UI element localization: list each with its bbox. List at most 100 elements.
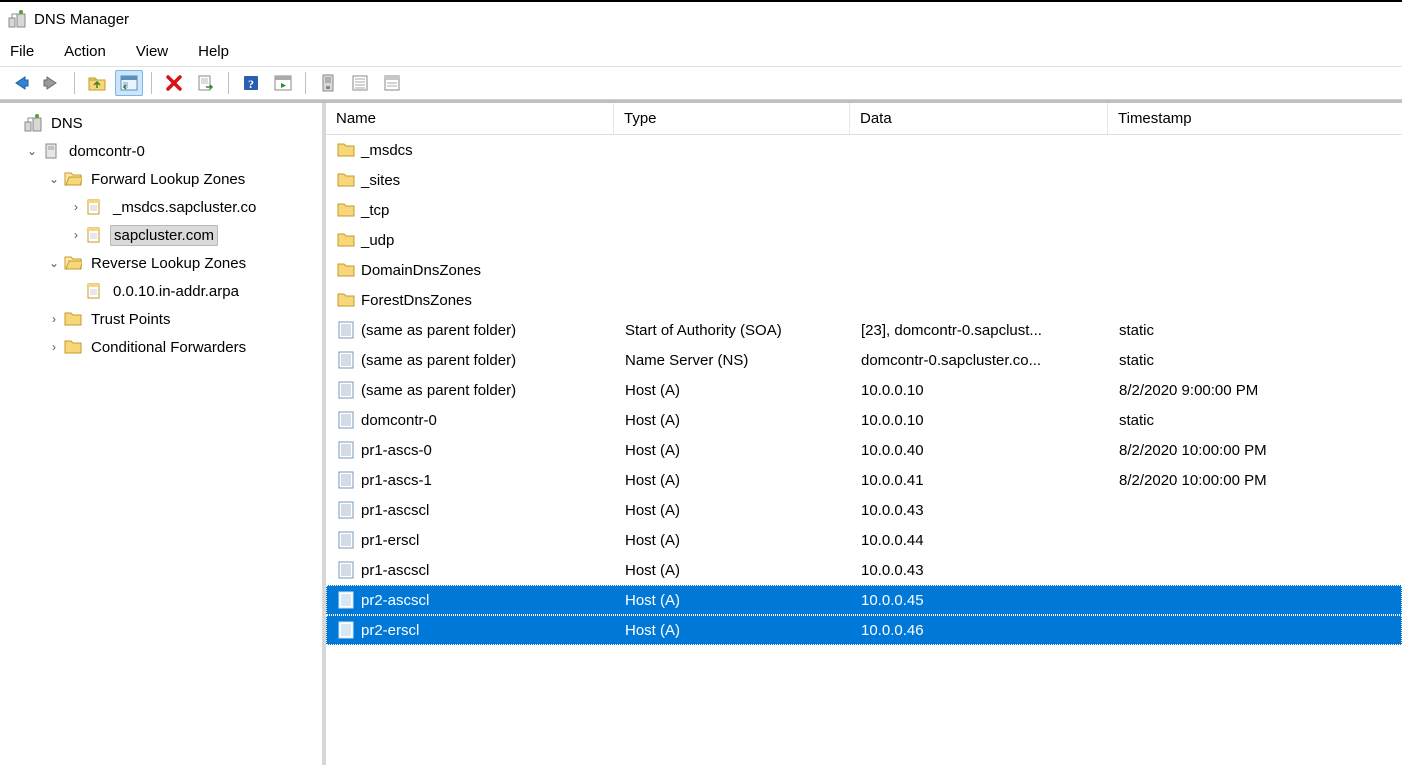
cell-timestamp: static	[1109, 412, 1341, 429]
tree-zone-msdcs[interactable]: › _msdcs.sapcluster.co	[6, 193, 322, 221]
expand-icon[interactable]: ⌄	[24, 144, 40, 158]
toolbar-separator	[228, 72, 229, 94]
cell-type: Start of Authority (SOA)	[615, 322, 851, 339]
list-body[interactable]: _msdcs _sites _tcp _udpDomainDnsZones Forest…	[326, 135, 1402, 765]
list-view-button[interactable]	[346, 70, 374, 96]
record-row[interactable]: domcontr-0Host (A)10.0.0.10static	[326, 405, 1402, 435]
toolbar	[0, 66, 1402, 100]
record-row[interactable]: pr2-ersclHost (A)10.0.0.46	[326, 615, 1402, 645]
record-row[interactable]: pr1-ascsclHost (A)10.0.0.43	[326, 495, 1402, 525]
tree-label: Forward Lookup Zones	[88, 170, 248, 189]
server-button[interactable]	[314, 70, 342, 96]
folder-open-icon	[64, 170, 82, 188]
cell-data: 10.0.0.44	[851, 532, 1109, 549]
cell-data: 10.0.0.43	[851, 502, 1109, 519]
column-header-type[interactable]: Type	[614, 103, 850, 134]
tree-zone-reverse[interactable]: 0.0.10.in-addr.arpa	[6, 277, 322, 305]
content-area: DNS ⌄ domcontr-0 ⌄ Forward Lookup Zones …	[0, 100, 1402, 765]
cell-data: 10.0.0.10	[851, 412, 1109, 429]
server-icon	[42, 142, 60, 160]
cell-type: Host (A)	[615, 532, 851, 549]
expand-icon[interactable]: ›	[68, 200, 84, 214]
cell-data: 10.0.0.41	[851, 472, 1109, 489]
record-row[interactable]: pr1-ersclHost (A)10.0.0.44	[326, 525, 1402, 555]
tree-conditional-forwarders[interactable]: › Conditional Forwarders	[6, 333, 322, 361]
nav-forward-button[interactable]	[38, 70, 66, 96]
tree-label: Trust Points	[88, 310, 173, 329]
record-row[interactable]: pr2-ascsclHost (A)10.0.0.45	[326, 585, 1402, 615]
expand-icon[interactable]: ⌄	[46, 172, 62, 186]
tree-trust-points[interactable]: › Trust Points	[6, 305, 322, 333]
tree-label: Conditional Forwarders	[88, 338, 249, 357]
menu-view[interactable]: View	[136, 43, 168, 60]
record-row[interactable]: _tcp	[326, 195, 1402, 225]
record-name: (same as parent folder)	[361, 322, 516, 339]
cell-name: pr1-ascs-1	[327, 471, 615, 489]
record-row[interactable]: (same as parent folder)Name Server (NS)d…	[326, 345, 1402, 375]
export-list-button[interactable]	[192, 70, 220, 96]
cell-timestamp: 8/2/2020 9:00:00 PM	[1109, 382, 1341, 399]
cell-name: _tcp	[327, 201, 615, 219]
tree-label: sapcluster.com	[110, 225, 218, 246]
tree-root-dns[interactable]: DNS	[6, 109, 322, 137]
delete-button[interactable]	[160, 70, 188, 96]
tree-server[interactable]: ⌄ domcontr-0	[6, 137, 322, 165]
record-row[interactable]: pr1-ascs-0Host (A)10.0.0.408/2/2020 10:0…	[326, 435, 1402, 465]
action-pane-button[interactable]	[269, 70, 297, 96]
cell-data: 10.0.0.40	[851, 442, 1109, 459]
record-icon	[337, 471, 355, 489]
record-icon	[337, 321, 355, 339]
record-row[interactable]: (same as parent folder) Start of Authorit…	[326, 315, 1402, 345]
show-hide-scope-button[interactable]	[115, 70, 143, 96]
record-row[interactable]: ForestDnsZones	[326, 285, 1402, 315]
cell-name: ForestDnsZones	[327, 291, 615, 309]
folder-icon	[337, 261, 355, 279]
nav-back-button[interactable]	[6, 70, 34, 96]
cell-type: Name Server (NS)	[615, 352, 851, 369]
tree-label: Reverse Lookup Zones	[88, 254, 249, 273]
cell-timestamp: 8/2/2020 10:00:00 PM	[1109, 472, 1341, 489]
record-icon	[337, 351, 355, 369]
cell-type: Host (A)	[615, 562, 851, 579]
record-name: domcontr-0	[361, 412, 437, 429]
column-header-name[interactable]: Name	[326, 103, 614, 134]
zone-icon	[86, 198, 104, 216]
expand-icon[interactable]: ›	[46, 340, 62, 354]
tree-reverse-lookup-zones[interactable]: ⌄ Reverse Lookup Zones	[6, 249, 322, 277]
tree-forward-lookup-zones[interactable]: ⌄ Forward Lookup Zones	[6, 165, 322, 193]
cell-name: _sites	[327, 171, 615, 189]
window-title: DNS Manager	[34, 11, 129, 28]
column-header-timestamp[interactable]: Timestamp	[1108, 103, 1340, 134]
help-button[interactable]	[237, 70, 265, 96]
tree-label: DNS	[48, 114, 86, 133]
record-row[interactable]: pr1-ascsclHost (A)10.0.0.43	[326, 555, 1402, 585]
cell-type: Host (A)	[615, 622, 851, 639]
record-row[interactable]: _sites	[326, 165, 1402, 195]
tree-label: _msdcs.sapcluster.co	[110, 198, 259, 217]
column-header-data[interactable]: Data	[850, 103, 1108, 134]
record-row[interactable]: DomainDnsZones	[326, 255, 1402, 285]
menu-action[interactable]: Action	[64, 43, 106, 60]
tree-panel[interactable]: DNS ⌄ domcontr-0 ⌄ Forward Lookup Zones …	[0, 103, 326, 765]
cell-name: pr1-ascs-0	[327, 441, 615, 459]
expand-icon[interactable]: ›	[46, 312, 62, 326]
menu-file[interactable]: File	[10, 43, 34, 60]
tree-zone-sapcluster[interactable]: › sapcluster.com	[6, 221, 322, 249]
menu-help[interactable]: Help	[198, 43, 229, 60]
expand-icon[interactable]: ›	[68, 228, 84, 242]
toolbar-separator	[305, 72, 306, 94]
list-header: Name Type Data Timestamp	[326, 103, 1402, 135]
folder-icon	[64, 310, 82, 328]
cell-timestamp: 8/2/2020 10:00:00 PM	[1109, 442, 1341, 459]
record-icon	[337, 441, 355, 459]
record-row[interactable]: _msdcs	[326, 135, 1402, 165]
dns-app-icon	[8, 10, 26, 28]
up-level-button[interactable]	[83, 70, 111, 96]
record-row[interactable]: _udp	[326, 225, 1402, 255]
zone-icon	[86, 226, 104, 244]
record-icon	[337, 501, 355, 519]
detail-view-button[interactable]	[378, 70, 406, 96]
record-row[interactable]: (same as parent folder)Host (A)10.0.0.10…	[326, 375, 1402, 405]
expand-icon[interactable]: ⌄	[46, 256, 62, 270]
record-row[interactable]: pr1-ascs-1Host (A)10.0.0.418/2/2020 10:0…	[326, 465, 1402, 495]
